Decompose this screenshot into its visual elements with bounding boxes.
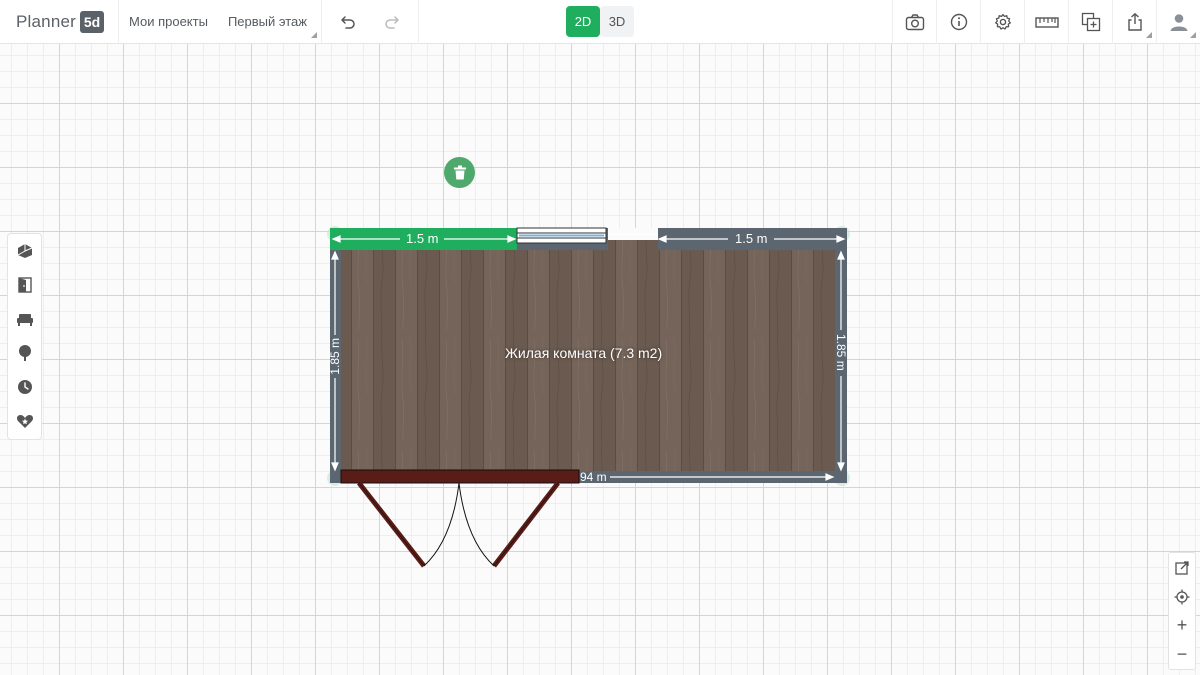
furniture-icon xyxy=(16,314,33,326)
double-door[interactable] xyxy=(340,469,580,484)
user-menu-button[interactable] xyxy=(1156,0,1200,44)
clock-icon xyxy=(17,380,32,394)
settings-button[interactable] xyxy=(980,0,1024,44)
dim-right: 1.85 m xyxy=(834,334,848,371)
screenshot-button[interactable] xyxy=(892,0,936,44)
share-icon xyxy=(1127,12,1142,31)
dim-top-left: 1.5 m xyxy=(406,231,439,246)
dim-bottom: 94 m xyxy=(580,470,607,484)
history-controls xyxy=(326,0,419,44)
dropdown-corner-icon xyxy=(310,31,317,38)
open-external-button[interactable] xyxy=(1169,553,1195,582)
undo-icon xyxy=(341,15,355,29)
delete-wall-button[interactable] xyxy=(444,157,475,188)
logo-badge: 5d xyxy=(80,10,104,33)
camera-icon xyxy=(905,14,924,31)
settings-icon xyxy=(994,13,1011,30)
ruler-icon xyxy=(1034,17,1059,28)
add-object-button[interactable] xyxy=(1068,0,1112,44)
room-label[interactable]: Жилая комната (7.3 m2) xyxy=(505,345,662,361)
center-view-button[interactable] xyxy=(1169,582,1195,611)
my-projects-menu[interactable]: Мои проекты xyxy=(119,0,218,44)
trash-icon xyxy=(453,165,466,180)
floor-selector-label: Первый этаж xyxy=(227,14,307,29)
floor-selector[interactable]: Первый этаж xyxy=(218,0,322,44)
redo-icon xyxy=(385,15,399,29)
mode-2d-button[interactable]: 2D xyxy=(566,6,600,37)
doors-windows-button[interactable] xyxy=(8,268,41,302)
share-button[interactable] xyxy=(1112,0,1156,44)
view-mode-switch: 2D 3D xyxy=(566,6,634,37)
dim-top-right: 1.5 m xyxy=(735,231,768,246)
info-icon xyxy=(950,13,967,31)
add-object-icon xyxy=(1081,12,1100,32)
top-bar: Planner 5d Мои проекты Первый этаж 2D 3D xyxy=(0,0,1200,44)
left-toolbar xyxy=(7,233,42,440)
exterior-button[interactable] xyxy=(8,336,41,370)
ruler-button[interactable] xyxy=(1024,0,1068,44)
zoom-out-button[interactable]: − xyxy=(1169,640,1195,669)
external-link-icon xyxy=(1175,560,1189,575)
share-dropdown-corner-icon xyxy=(1146,32,1152,38)
user-icon xyxy=(1170,14,1187,31)
right-tools xyxy=(892,0,1200,44)
heart-icon xyxy=(16,415,33,428)
door-icon xyxy=(17,277,32,293)
construction-tool-button[interactable] xyxy=(8,234,41,268)
floor-plan xyxy=(327,226,850,568)
zoom-toolbar: + − xyxy=(1168,552,1196,670)
construction-icon xyxy=(17,244,32,258)
history-button[interactable] xyxy=(8,370,41,404)
mode-3d-button[interactable]: 3D xyxy=(600,6,634,37)
undo-button[interactable] xyxy=(326,0,370,44)
user-dropdown-corner-icon xyxy=(1190,32,1196,38)
logo[interactable]: Planner 5d xyxy=(0,0,119,44)
favorites-button[interactable] xyxy=(8,404,41,438)
zoom-in-button[interactable]: + xyxy=(1169,611,1195,640)
target-icon xyxy=(1174,589,1190,604)
tree-icon xyxy=(18,345,31,361)
logo-text: Planner xyxy=(16,11,76,31)
dim-left: 1.85 m xyxy=(328,338,342,375)
info-button[interactable] xyxy=(936,0,980,44)
furniture-button[interactable] xyxy=(8,302,41,336)
redo-button[interactable] xyxy=(370,0,414,44)
